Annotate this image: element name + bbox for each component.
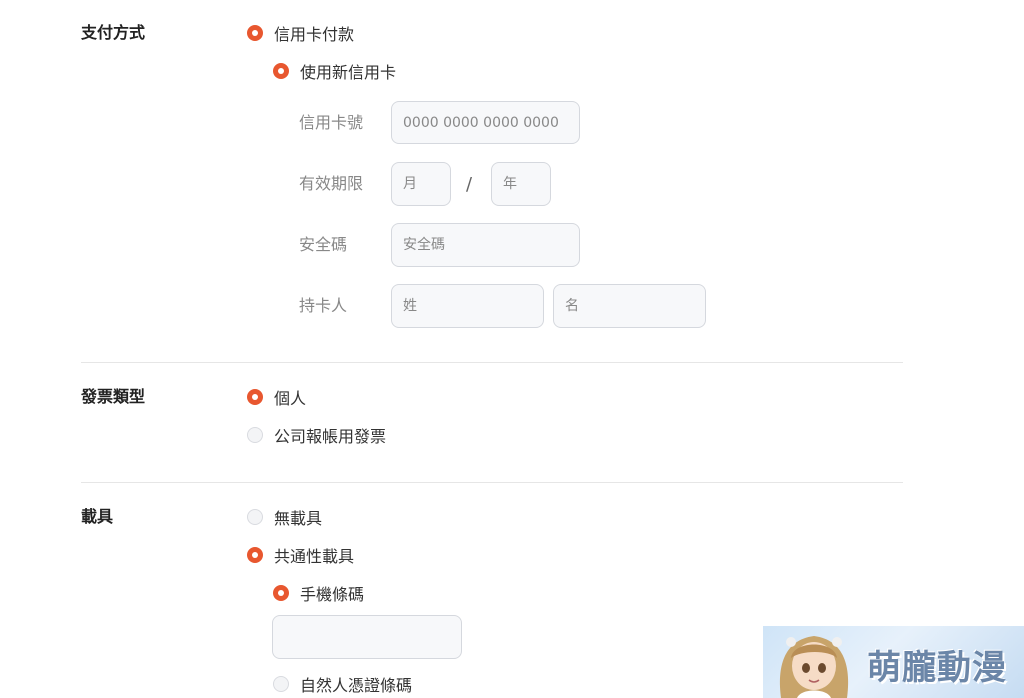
carrier-sub-option-mobile-barcode[interactable]: 手機條碼 <box>273 582 364 604</box>
watermark-text: 萌朧動漫 <box>867 648 1007 688</box>
invoice-type-label: 發票類型 <box>81 387 146 406</box>
carrier-option-none[interactable]: 無載具 <box>247 506 322 528</box>
card-number-label: 信用卡號 <box>299 113 364 132</box>
security-code-input[interactable] <box>391 223 580 267</box>
expiry-label: 有效期限 <box>299 174 364 193</box>
carrier-sub-option-label: 手機條碼 <box>300 585 365 604</box>
invoice-option-company[interactable]: 公司報帳用發票 <box>247 424 386 446</box>
radio-selected-icon <box>247 25 263 41</box>
credit-card-radio[interactable]: 信用卡付款 <box>247 22 354 44</box>
anime-girl-icon <box>779 636 849 698</box>
invoice-option-label: 公司報帳用發票 <box>274 427 387 446</box>
radio-unselected-icon <box>247 509 263 525</box>
carrier-option-label: 無載具 <box>274 509 323 528</box>
radio-selected-icon <box>247 547 263 563</box>
cardholder-last-name-input[interactable] <box>391 284 544 328</box>
radio-selected-icon <box>273 63 289 79</box>
radio-unselected-icon <box>273 676 289 692</box>
section-divider <box>81 362 903 363</box>
carrier-label: 載具 <box>81 507 114 526</box>
mobile-barcode-input[interactable] <box>272 615 462 659</box>
new-card-option-label: 使用新信用卡 <box>300 63 397 82</box>
payment-method-label: 支付方式 <box>81 23 146 42</box>
invoice-option-personal[interactable]: 個人 <box>247 386 306 408</box>
carrier-sub-option-label: 自然人憑證條碼 <box>300 676 413 695</box>
card-number-input[interactable] <box>391 101 580 144</box>
carrier-option-label: 共通性載具 <box>274 547 355 566</box>
expiry-separator: / <box>466 174 473 195</box>
cardholder-first-name-input[interactable] <box>553 284 706 328</box>
security-code-label: 安全碼 <box>299 235 348 254</box>
expiry-month-input[interactable] <box>391 162 451 206</box>
watermark-logo: 萌朧動漫 <box>763 626 1024 698</box>
cardholder-label: 持卡人 <box>299 296 348 315</box>
new-card-radio[interactable]: 使用新信用卡 <box>273 60 396 82</box>
radio-selected-icon <box>273 585 289 601</box>
credit-card-option-label: 信用卡付款 <box>274 25 355 44</box>
invoice-option-label: 個人 <box>274 389 307 408</box>
radio-unselected-icon <box>247 427 263 443</box>
expiry-year-input[interactable] <box>491 162 551 206</box>
section-divider <box>81 482 903 483</box>
radio-selected-icon <box>247 389 263 405</box>
carrier-sub-option-citizen-certificate[interactable]: 自然人憑證條碼 <box>273 673 412 695</box>
carrier-option-common[interactable]: 共通性載具 <box>247 544 354 566</box>
